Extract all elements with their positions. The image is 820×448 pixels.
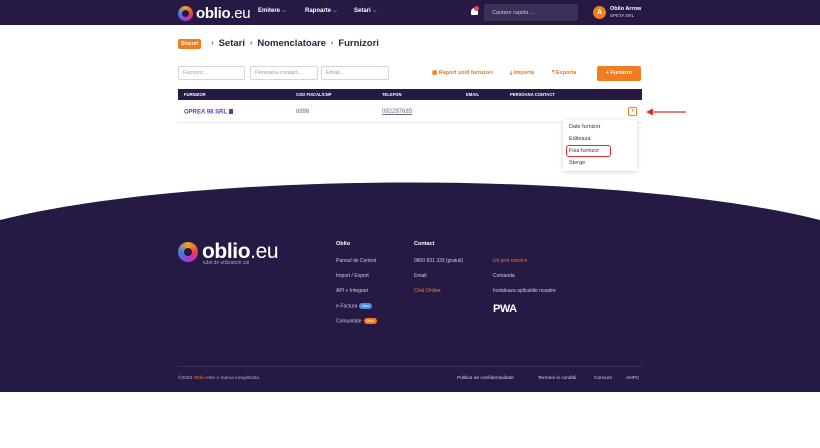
breadcrumb: Stocuri › Setari › Nomenclatoare › Furni… — [178, 38, 379, 49]
nou-badge: Nou — [359, 303, 373, 309]
report-icon: ▦ — [432, 70, 439, 76]
breadcrumb-tag-stocuri[interactable]: Stocuri — [178, 38, 202, 49]
footer-col-oblio-title: Oblio — [336, 241, 351, 247]
breadcrumb-separator: › — [211, 40, 214, 47]
column-header[interactable]: EMAIL — [466, 92, 479, 97]
furnizor-name-link[interactable]: OPREA 98 SRL — [184, 109, 234, 116]
footer-link-efactura[interactable]: e-Factura Nou — [336, 303, 373, 310]
chevron-down-icon: ▾ — [631, 108, 634, 114]
top-navbar: oblio.eu Emitere ⌵ Rapoarte ⌵ Setari ⌵ Caut… — [0, 0, 820, 25]
chevron-down-icon: ⌵ — [282, 8, 286, 14]
heart-icon: ♥ — [524, 258, 528, 264]
cod-fiscal-cell: 8896 — [296, 109, 310, 115]
footer-privacy-link[interactable]: Politica de confidentialitate — [457, 376, 514, 381]
menu-item-sterge[interactable]: Sterge — [569, 160, 585, 166]
breadcrumb-separator: › — [330, 40, 334, 47]
row-actions-menu: Date furnizor Editeaza Fisa furnizor Ste… — [563, 120, 637, 171]
column-header[interactable]: COD FISCAL/CNP — [296, 92, 332, 97]
footer-phone[interactable]: 0800 831 333 (gratuit) — [414, 258, 463, 264]
footer-logo-tld: .eu — [250, 240, 279, 263]
importa-button[interactable]: ⤓ Importa — [510, 70, 534, 77]
footer-pret-onest-link[interactable]: Un pret onest ♥ — [493, 258, 527, 264]
column-header[interactable]: FURNIZOR — [184, 92, 206, 97]
red-arrow-annotation — [646, 108, 686, 116]
menu-emitere[interactable]: Emitere ⌵ — [258, 8, 286, 14]
footer-concurs-link[interactable]: Concurs — [594, 376, 612, 381]
footer-link[interactable]: Import / Export — [336, 273, 369, 279]
menu-item-fisa-furnizor[interactable]: Fisa furnizor — [569, 148, 599, 154]
chevron-down-icon: ⌵ — [372, 8, 377, 14]
footer-divider — [178, 366, 642, 367]
oblio-logo-mark-icon — [178, 242, 198, 262]
user-avatar[interactable]: A — [593, 6, 606, 19]
user-company[interactable]: SPETA SRL — [610, 13, 634, 18]
email-filter-input[interactable]: Email... — [321, 66, 389, 80]
pwa-logo[interactable]: PWA — [493, 303, 517, 315]
footer-link[interactable]: Panoul de Control — [336, 258, 376, 264]
oblio-logo[interactable]: oblio.eu — [178, 5, 251, 22]
footer-link[interactable]: API + Integrari — [336, 288, 368, 294]
footer-col-contact-title: Contact — [414, 241, 435, 247]
copyright: ©2023 Oblio este o marca inregistrata. — [178, 376, 261, 381]
add-furnizor-button[interactable]: + Furnizor — [597, 66, 641, 81]
page-title: Furnizori — [338, 38, 379, 49]
search-input[interactable]: Cautare rapida ... — [484, 4, 578, 21]
raport-sold-button[interactable]: ▦ Raport sold furnizori — [432, 70, 493, 76]
exporta-button[interactable]: ⤒ Exporta — [552, 70, 576, 77]
footer-chat-online-link[interactable]: Chat Online — [414, 288, 440, 294]
oblio-logo-mark-icon — [178, 6, 193, 21]
menu-rapoarte[interactable]: Rapoarte ⌵ — [305, 8, 337, 14]
breadcrumb-separator: › — [249, 40, 253, 47]
table-header: FURNIZOR COD FISCAL/CNP TELEFON EMAIL PE… — [178, 89, 642, 100]
copyright-brand[interactable]: Oblio — [194, 376, 205, 381]
footer-link-comunitate[interactable]: Comunitate Nou — [336, 318, 377, 325]
nou-badge: Nou — [363, 318, 377, 324]
document-icon[interactable] — [229, 109, 234, 114]
persoana-contact-filter-input[interactable]: Persoana contact... — [250, 66, 318, 80]
column-header[interactable]: PERSOANA CONTACT — [510, 92, 555, 97]
menu-item-editeaza[interactable]: Editeaza — [569, 136, 590, 142]
footer-background — [0, 182, 820, 392]
bell-icon[interactable] — [470, 6, 479, 16]
breadcrumb-nomenclatoare[interactable]: Nomenclatoare — [257, 38, 326, 49]
user-name[interactable]: Oblio Arrow — [610, 6, 641, 12]
logo-tld: .eu — [230, 5, 251, 22]
footer-comanda-link[interactable]: Comanda — [493, 273, 515, 279]
notification-dot — [474, 6, 479, 11]
logo-name: oblio — [196, 5, 231, 22]
furnizor-filter-input[interactable]: Furnizor... — [178, 66, 245, 80]
menu-setari[interactable]: Setari ⌵ — [354, 8, 376, 14]
footer-email-link[interactable]: Email — [414, 273, 427, 279]
footer-instaleaza-link[interactable]: Instaleaza aplicatiile noastre — [493, 288, 556, 294]
column-header[interactable]: TELEFON — [382, 92, 402, 97]
footer-terms-link[interactable]: Termeni si conditii — [538, 376, 576, 381]
footer-tagline: iubit de utilizatorii cai — [203, 260, 250, 266]
telefon-link[interactable]: 092297685 — [382, 109, 412, 115]
menu-item-date-furnizor[interactable]: Date furnizor — [569, 124, 601, 130]
footer-anpc-link[interactable]: ANPC — [626, 376, 639, 381]
chevron-down-icon: ⌵ — [333, 8, 337, 14]
breadcrumb-setari[interactable]: Setari — [219, 38, 245, 49]
row-actions-dropdown-toggle[interactable]: ▾ — [628, 107, 637, 116]
